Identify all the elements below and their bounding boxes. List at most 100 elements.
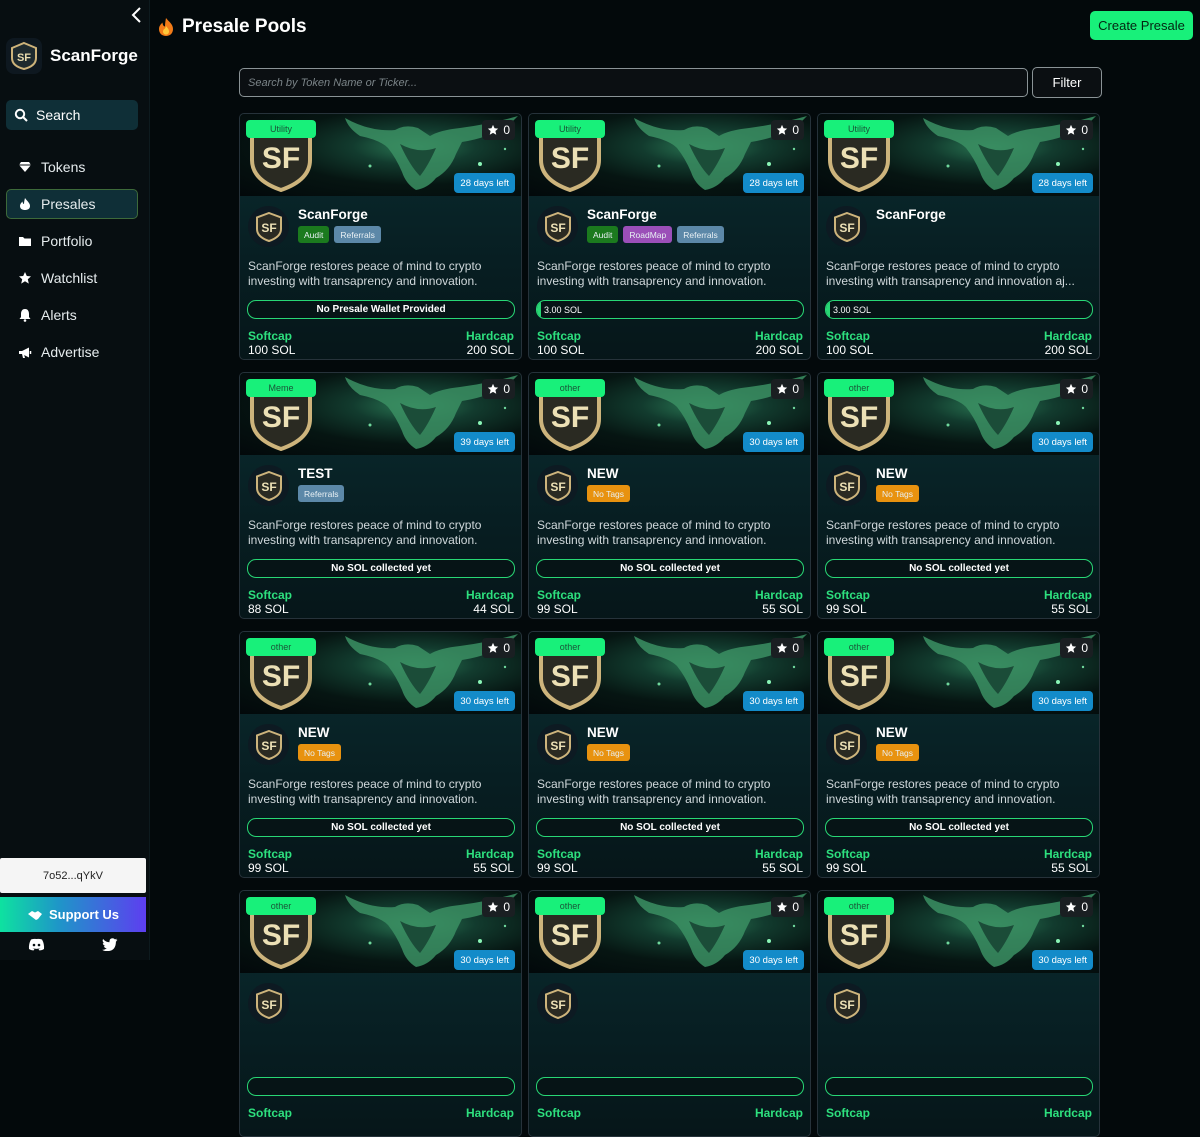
- scanforge-logo-icon: SF: [833, 729, 860, 760]
- token-avatar: SF: [537, 465, 578, 506]
- presale-card[interactable]: SF other 0 30 days left SF NEW No Tags S…: [817, 631, 1100, 878]
- token-avatar: SF: [248, 206, 289, 247]
- category-badge: other: [246, 897, 316, 915]
- softcap-label: Softcap: [248, 1106, 293, 1120]
- scanforge-logo-icon: SF: [833, 988, 860, 1019]
- tag-audit[interactable]: Audit: [298, 226, 330, 243]
- watchlist-star-button[interactable]: 0: [771, 379, 804, 399]
- presale-progress-bar: [247, 1077, 515, 1096]
- watchlist-star-button[interactable]: 0: [482, 120, 515, 140]
- tag-referrals[interactable]: Referrals: [298, 485, 345, 502]
- card-banner: SF other 0 30 days left: [240, 632, 521, 714]
- hardcap-label: Hardcap: [465, 329, 514, 343]
- svg-text:SF: SF: [550, 998, 565, 1012]
- sidebar-item-advertise[interactable]: Advertise: [6, 337, 138, 367]
- watchlist-star-button[interactable]: 0: [1060, 379, 1093, 399]
- card-banner: SF Utility 0 28 days left: [529, 114, 810, 196]
- presale-card[interactable]: SF other 0 30 days left SF NEW No Tags S…: [239, 631, 522, 878]
- watchlist-star-button[interactable]: 0: [771, 897, 804, 917]
- tag-audit[interactable]: Audit: [587, 226, 619, 243]
- collapse-sidebar-icon[interactable]: [130, 6, 144, 29]
- tag-notags[interactable]: No Tags: [876, 744, 920, 761]
- days-left-badge: 30 days left: [1032, 432, 1093, 452]
- presale-card[interactable]: SF Utility 0 28 days left SF ScanForge S…: [817, 113, 1100, 360]
- brand[interactable]: SF ScanForge: [6, 38, 138, 74]
- watchlist-star-button[interactable]: 0: [1060, 638, 1093, 658]
- watchlist-star-button[interactable]: 0: [482, 379, 515, 399]
- svg-text:SF: SF: [262, 660, 300, 693]
- watchlist-star-button[interactable]: 0: [1060, 897, 1093, 917]
- filter-button[interactable]: Filter: [1032, 67, 1102, 98]
- page-title: Presale Pools: [158, 16, 307, 38]
- days-left-badge: 30 days left: [454, 950, 515, 970]
- token-search-input[interactable]: [239, 68, 1028, 97]
- sidebar-item-alerts[interactable]: Alerts: [6, 300, 138, 330]
- tag-notags[interactable]: No Tags: [298, 744, 342, 761]
- tag-referrals[interactable]: Referrals: [334, 226, 381, 243]
- svg-text:SF: SF: [262, 401, 300, 434]
- watchlist-star-button[interactable]: 0: [482, 638, 515, 658]
- sidebar-item-label: Advertise: [41, 344, 100, 360]
- presale-progress-bar: [825, 1077, 1093, 1096]
- wallet-address-button[interactable]: 7o52...qYkV: [0, 858, 146, 893]
- category-badge: Utility: [246, 120, 316, 138]
- create-presale-button[interactable]: Create Presale: [1090, 11, 1193, 40]
- softcap-label: Softcap: [248, 588, 293, 602]
- scanforge-logo-icon: SF: [833, 211, 860, 242]
- twitter-icon[interactable]: [101, 938, 118, 956]
- tag-roadmap[interactable]: RoadMap: [623, 226, 673, 243]
- presale-card[interactable]: SF other 0 30 days left SF Softcap Hardc…: [528, 890, 811, 1137]
- sidebar-item-label: Tokens: [41, 159, 86, 175]
- tag-notags[interactable]: No Tags: [587, 744, 631, 761]
- star-icon: [777, 124, 788, 135]
- watchlist-star-button[interactable]: 0: [482, 897, 515, 917]
- presale-progress-bar: No SOL collected yet: [825, 559, 1093, 578]
- presale-card[interactable]: SF other 0 30 days left SF NEW No Tags S…: [528, 631, 811, 878]
- tag-list: No Tags: [587, 744, 631, 761]
- tag-notags[interactable]: No Tags: [876, 485, 920, 502]
- presale-card[interactable]: SF other 0 30 days left SF NEW No Tags S…: [817, 372, 1100, 619]
- sidebar-item-watchlist[interactable]: Watchlist: [6, 263, 138, 293]
- sidebar-item-label: Presales: [41, 196, 96, 212]
- cap-info: Softcap 88 SOL Hardcap 44 SOL: [248, 588, 514, 616]
- presale-card[interactable]: SF other 0 30 days left SF Softcap Hardc…: [239, 890, 522, 1137]
- sidebar-item-portfolio[interactable]: Portfolio: [6, 226, 138, 256]
- sidebar-search-button[interactable]: Search: [6, 100, 138, 130]
- watchlist-star-button[interactable]: 0: [771, 120, 804, 140]
- token-avatar: SF: [537, 983, 578, 1024]
- presale-card[interactable]: SF other 0 30 days left SF NEW No Tags S…: [528, 372, 811, 619]
- softcap-value: 99 SOL: [826, 602, 867, 616]
- discord-icon[interactable]: [28, 938, 45, 956]
- tag-referrals[interactable]: Referrals: [677, 226, 724, 243]
- scanforge-logo-icon: SF: [255, 988, 282, 1019]
- presale-card[interactable]: SF Utility 0 28 days left SF ScanForge S…: [239, 113, 522, 360]
- hardcap-value: 44 SOL: [473, 602, 514, 616]
- star-count: 0: [1081, 900, 1088, 914]
- svg-text:SF: SF: [262, 142, 300, 175]
- cap-info: Softcap 99 SOL Hardcap 55 SOL: [826, 588, 1092, 616]
- token-name: NEW: [876, 725, 908, 740]
- sidebar-item-presales[interactable]: Presales: [6, 189, 138, 219]
- presale-card[interactable]: SF other 0 30 days left SF Softcap Hardc…: [817, 890, 1100, 1137]
- scanforge-logo-icon: SF: [255, 729, 282, 760]
- sidebar-search-label: Search: [36, 107, 81, 123]
- scanforge-logo-icon: SF: [544, 470, 571, 501]
- softcap-label: Softcap: [248, 847, 293, 861]
- sidebar-item-tokens[interactable]: Tokens: [6, 152, 138, 182]
- sidebar-item-label: Portfolio: [41, 233, 93, 249]
- tag-notags[interactable]: No Tags: [587, 485, 631, 502]
- presale-card[interactable]: SF Meme 0 39 days left SF TEST Referrals: [239, 372, 522, 619]
- watchlist-star-button[interactable]: 0: [771, 638, 804, 658]
- token-name: NEW: [876, 466, 908, 481]
- progress-status: No SOL collected yet: [331, 822, 431, 833]
- tag-list: No Tags: [298, 744, 342, 761]
- presale-card[interactable]: SF Utility 0 28 days left SF ScanForge S…: [528, 113, 811, 360]
- star-icon: [1066, 642, 1077, 653]
- token-name: ScanForge: [587, 207, 657, 222]
- support-us-button[interactable]: Support Us: [0, 897, 146, 932]
- watchlist-star-button[interactable]: 0: [1060, 120, 1093, 140]
- star-count: 0: [1081, 123, 1088, 137]
- svg-text:SF: SF: [550, 480, 565, 494]
- token-identity: SF ScanForge Socials: [826, 206, 946, 247]
- star-icon: [777, 642, 788, 653]
